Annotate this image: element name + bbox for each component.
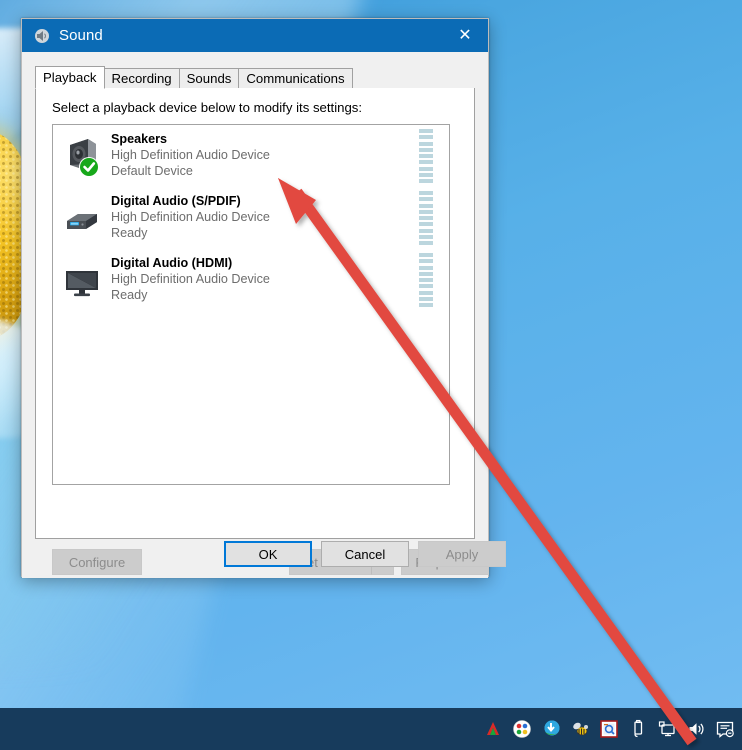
speaker-box-icon: [61, 132, 103, 180]
device-driver: High Definition Audio Device: [111, 272, 270, 286]
device-driver: High Definition Audio Device: [111, 210, 270, 224]
device-text-block: Digital Audio (S/PDIF) High Definition A…: [111, 194, 449, 242]
volume-meter: [419, 191, 433, 245]
volume-tray-icon[interactable]: [685, 718, 707, 740]
acrobat-tray-icon[interactable]: [482, 718, 504, 740]
usb-drive-tray-icon[interactable]: [627, 718, 649, 740]
spdif-box-icon: [61, 194, 103, 242]
tab-playback[interactable]: Playback: [35, 66, 105, 89]
apply-button[interactable]: Apply: [418, 541, 506, 567]
device-name: Speakers: [111, 132, 168, 147]
list-item[interactable]: Speakers High Definition Audio Device De…: [53, 125, 449, 187]
color-palette-tray-icon[interactable]: [511, 718, 533, 740]
device-name: Digital Audio (HDMI): [111, 256, 233, 271]
tab-communications[interactable]: Communications: [238, 68, 353, 89]
list-item[interactable]: Digital Audio (S/PDIF) High Definition A…: [53, 187, 449, 249]
action-center-tray-icon[interactable]: [714, 718, 736, 740]
monitor-icon: [61, 256, 103, 304]
device-name: Digital Audio (S/PDIF): [111, 194, 241, 209]
volume-meter: [419, 253, 433, 307]
device-status: Ready: [111, 287, 148, 302]
cancel-button[interactable]: Cancel: [321, 541, 409, 567]
device-text-block: Speakers High Definition Audio Device De…: [111, 132, 449, 180]
monitor-tool-tray-icon[interactable]: [598, 718, 620, 740]
speaker-icon: [33, 27, 50, 44]
volume-meter: [419, 129, 433, 183]
tab-recording[interactable]: Recording: [103, 68, 180, 89]
bee-tray-icon[interactable]: [569, 718, 591, 740]
device-status: Ready: [111, 225, 148, 240]
close-button[interactable]: ✕: [442, 19, 488, 52]
device-driver: High Definition Audio Device: [111, 148, 270, 162]
device-text-block: Digital Audio (HDMI) High Definition Aud…: [111, 256, 449, 304]
title-bar[interactable]: Sound ✕: [22, 19, 488, 52]
taskbar: [0, 708, 742, 750]
list-item[interactable]: Digital Audio (HDMI) High Definition Aud…: [53, 249, 449, 311]
playback-prompt-label: Select a playback device below to modify…: [52, 100, 363, 115]
dialog-footer: OK Cancel Apply: [22, 534, 506, 578]
window-title: Sound: [59, 27, 103, 44]
network-tray-icon[interactable]: [656, 718, 678, 740]
tab-strip: Playback Recording Sounds Communications: [35, 66, 475, 90]
dialog-client-area: Playback Recording Sounds Communications…: [22, 52, 506, 578]
tab-sounds[interactable]: Sounds: [178, 68, 240, 89]
ok-button[interactable]: OK: [224, 541, 312, 567]
download-manager-tray-icon[interactable]: [540, 718, 562, 740]
playback-device-list[interactable]: Speakers High Definition Audio Device De…: [52, 124, 450, 485]
system-tray: [482, 708, 736, 750]
device-status: Default Device: [111, 163, 193, 178]
sound-dialog-window: Sound ✕ Playback Recording Sounds Commun…: [21, 18, 506, 578]
